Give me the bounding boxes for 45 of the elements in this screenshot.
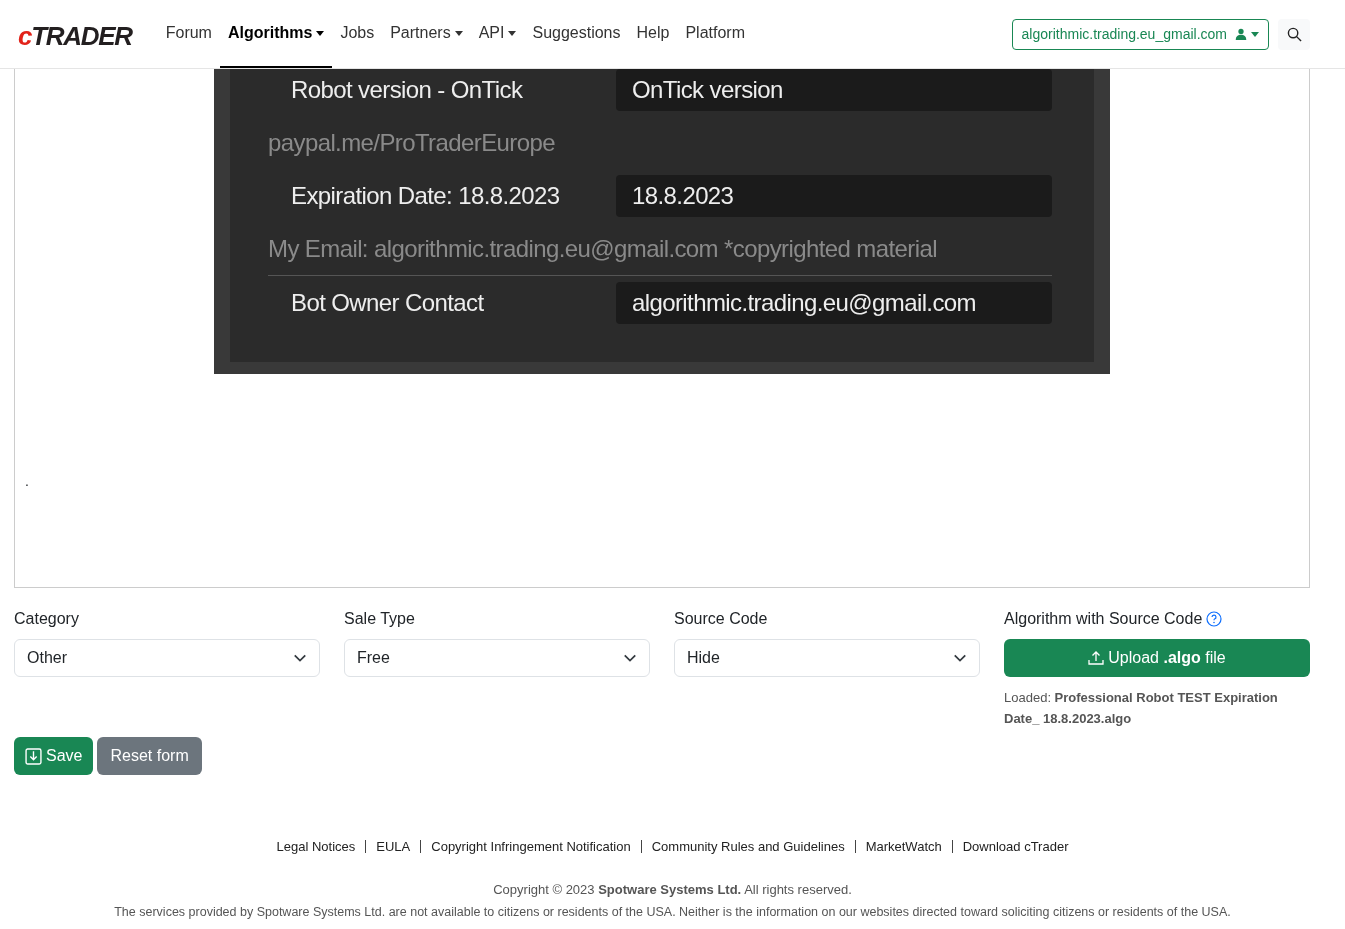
setting-value-field: 18.8.2023 (616, 175, 1052, 217)
download-icon (25, 747, 42, 765)
nav-link[interactable]: Help (628, 0, 678, 68)
loaded-file-text: Loaded: Professional Robot TEST Expiration Date_ 18.8.2023.algo (1004, 689, 1279, 728)
editor-text: . (25, 472, 30, 491)
upload-icon (1088, 650, 1105, 666)
nav-link[interactable]: Suggestions (524, 0, 629, 68)
field-label: Category (14, 609, 80, 629)
site-logo[interactable]: cTRADER (18, 16, 132, 56)
select-field[interactable]: Free (344, 639, 650, 677)
nav-link[interactable]: Jobs (332, 0, 383, 68)
disclaimer-text: The services provided by Spotware Systems Ltd. are not available to citizens or residents of the USA. Neither is the information on our websites directed toward soliciting citizens or residents of the USA. (114, 904, 1231, 921)
copyright-text: Copyright © 2023 Spotware Systems Ltd. All rights reserved. (493, 880, 852, 899)
nav-link[interactable]: Partners (382, 0, 471, 68)
description-editor[interactable] (14, 69, 1310, 588)
nav-link[interactable]: Platform (677, 0, 753, 68)
help-icon[interactable] (1206, 611, 1223, 627)
footer-link[interactable]: Community Rules and Guidelines (651, 837, 845, 857)
footer-link[interactable]: Download cTrader (962, 837, 1069, 857)
save-button[interactable]: Save (14, 737, 94, 775)
setting-value-field: OnTick version (616, 69, 1052, 111)
field-label: Algorithm with Source Code (1004, 609, 1203, 629)
caret-icon (1251, 31, 1259, 37)
account-dropdown[interactable]: algorithmic.trading.eu_gmail.com (1011, 18, 1269, 50)
select-field[interactable]: Hide (674, 639, 980, 677)
setting-value-field: algorithmic.trading.eu@gmail.com (616, 282, 1052, 324)
reset-form-button[interactable]: Reset form (97, 737, 202, 775)
upload-button[interactable]: Upload .algo file (1004, 639, 1310, 677)
search-icon (1286, 26, 1302, 42)
footer-link[interactable]: MarketWatch (865, 837, 942, 857)
nav-link[interactable]: Forum (157, 0, 220, 68)
footer-link[interactable]: Legal Notices (276, 837, 356, 857)
select-field[interactable]: Other (14, 639, 320, 677)
footer-link[interactable]: EULA (376, 837, 411, 857)
note-text: My Email: algorithmic.trading.eu@gmail.com *copyrighted material (268, 235, 937, 262)
search-button[interactable] (1278, 18, 1310, 50)
setting-label: Expiration Date: 18.8.2023 (291, 181, 561, 211)
note-text: paypal.me/ProTraderEurope (268, 129, 555, 156)
field-label: Source Code (674, 609, 769, 629)
setting-label: Robot version - OnTick (291, 75, 524, 105)
setting-label: Bot Owner Contact (291, 288, 485, 318)
nav-link[interactable]: API (470, 0, 525, 68)
footer-link[interactable]: Copyright Infringement Notification (431, 837, 631, 857)
user-icon (1235, 28, 1247, 40)
field-label: Sale Type (344, 609, 416, 629)
